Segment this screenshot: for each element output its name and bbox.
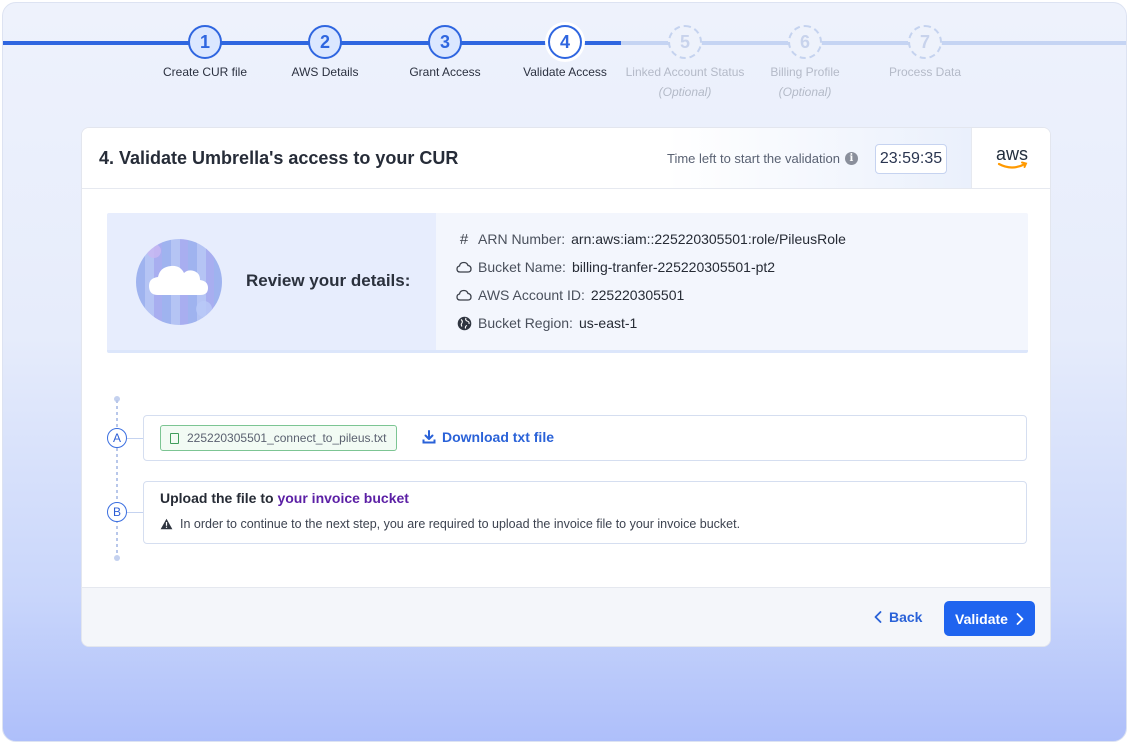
chevron-left-icon xyxy=(874,611,882,623)
back-button[interactable]: Back xyxy=(874,609,922,625)
step-a-badge: A xyxy=(107,428,127,448)
validate-access-card: 4. Validate Umbrella's access to your CU… xyxy=(81,127,1051,647)
detail-arn-number: # ARN Number: arn:aws:iam::225220305501:… xyxy=(456,230,846,248)
detail-bucket-region: Bucket Region: us-east-1 xyxy=(456,315,637,331)
file-icon xyxy=(170,433,179,444)
globe-icon xyxy=(456,315,472,331)
download-icon xyxy=(422,430,436,444)
validate-button[interactable]: Validate xyxy=(944,601,1035,636)
chevron-right-icon xyxy=(1016,612,1024,625)
file-name: 225220305501_connect_to_pileus.txt xyxy=(187,431,387,445)
validate-label: Validate xyxy=(955,610,1008,627)
download-txt-button[interactable]: Download txt file xyxy=(422,429,554,445)
detail-bucket-name: Bucket Name: billing-tranfer-22522030550… xyxy=(456,259,775,275)
timer-label: Time left to start the validation i xyxy=(667,151,858,166)
download-label: Download txt file xyxy=(442,429,554,445)
review-details-panel: Review your details: # ARN Number: arn:a… xyxy=(107,213,1028,353)
steps-timeline xyxy=(116,400,118,560)
step-b-badge: B xyxy=(107,502,127,522)
step-number: 3 xyxy=(428,25,462,59)
cloud-icon xyxy=(456,259,472,275)
detail-aws-account-id: AWS Account ID: 225220305501 xyxy=(456,287,684,303)
step-number: 2 xyxy=(308,25,342,59)
file-name-chip: 225220305501_connect_to_pileus.txt xyxy=(160,425,397,451)
cloud-icon xyxy=(456,287,472,303)
page-title: 4. Validate Umbrella's access to your CU… xyxy=(99,148,459,168)
countdown-timer: 23:59:35 xyxy=(875,144,947,174)
step-number: 6 xyxy=(788,25,822,59)
step-number: 7 xyxy=(908,25,942,59)
download-file-box: 225220305501_connect_to_pileus.txt Downl… xyxy=(143,415,1027,461)
cloud-illustration-icon xyxy=(136,239,222,325)
timer-label-text: Time left to start the validation xyxy=(667,151,840,166)
svg-text:aws: aws xyxy=(995,144,1027,164)
step-number: 4 xyxy=(548,25,582,59)
upload-file-box: Upload the file to your invoice bucket I… xyxy=(143,481,1027,544)
card-header: 4. Validate Umbrella's access to your CU… xyxy=(82,128,1050,189)
back-label: Back xyxy=(889,609,923,625)
hash-icon: # xyxy=(459,230,469,248)
warning-text: In order to continue to the next step, y… xyxy=(180,517,741,531)
upload-title: Upload the file to your invoice bucket xyxy=(160,490,409,506)
aws-logo: aws xyxy=(971,128,1050,188)
step-process-data: 7 Process Data xyxy=(850,25,1000,79)
step-label: Process Data xyxy=(888,65,962,79)
info-icon[interactable]: i xyxy=(844,152,858,165)
invoice-bucket-link[interactable]: your invoice bucket xyxy=(277,490,408,506)
step-number: 5 xyxy=(668,25,702,59)
step-optional-tag: (Optional) xyxy=(778,85,832,99)
app-window: 1 Create CUR file 2 AWS Details 3 Grant … xyxy=(2,2,1127,742)
aws-logo-icon: aws xyxy=(995,144,1028,169)
upload-warning: In order to continue to the next step, y… xyxy=(160,517,740,531)
card-footer: Back Validate xyxy=(82,587,1050,646)
review-title: Review your details: xyxy=(246,271,411,290)
warning-icon xyxy=(160,518,173,530)
step-number: 1 xyxy=(188,25,222,59)
